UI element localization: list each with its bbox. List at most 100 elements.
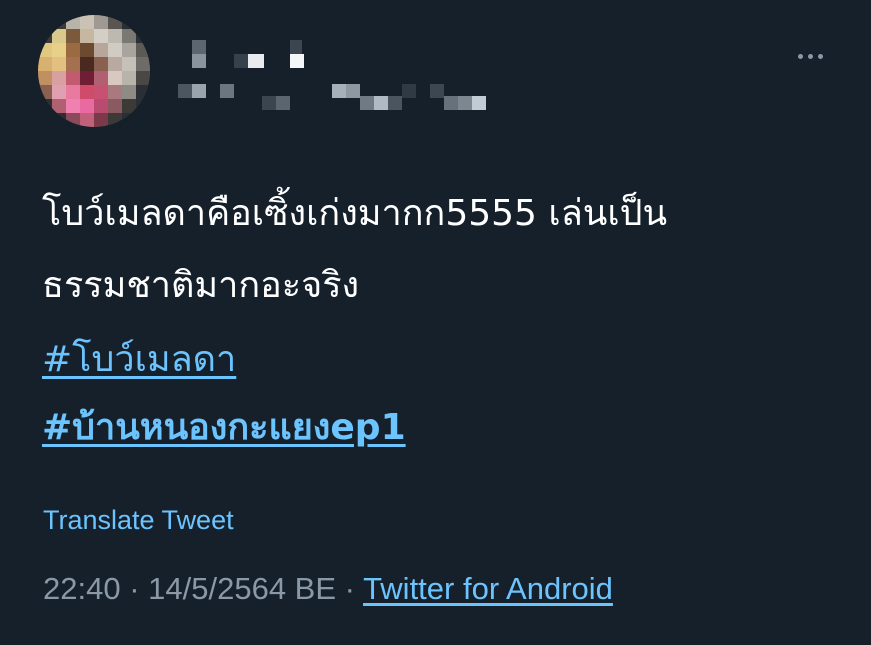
author-pixel bbox=[346, 84, 360, 98]
avatar-pixel bbox=[108, 99, 122, 113]
avatar-pixel bbox=[80, 57, 94, 71]
avatar-pixel bbox=[94, 85, 108, 99]
author-pixel bbox=[234, 54, 248, 68]
author-pixel bbox=[192, 40, 206, 54]
avatar-pixel bbox=[52, 85, 66, 99]
avatar-pixel bbox=[66, 71, 80, 85]
avatar-pixel bbox=[80, 99, 94, 113]
avatar-pixel bbox=[122, 113, 136, 127]
avatar-pixel bbox=[38, 15, 52, 29]
tweet-metadata: 22:40 · 14/5/2564 BE · Twitter for Andro… bbox=[43, 571, 613, 607]
author-info-pixelated[interactable] bbox=[178, 40, 508, 120]
more-horizontal-icon bbox=[797, 53, 803, 59]
avatar-pixel bbox=[66, 99, 80, 113]
tweet-source-link[interactable]: Twitter for Android bbox=[363, 571, 613, 606]
tweet-text: โบว์เมลดาคือเซิ้งเก่งมากก5555 เล่นเป็น ธ… bbox=[42, 193, 668, 306]
tweet: โบว์เมลดาคือเซิ้งเก่งมากก5555 เล่นเป็น ธ… bbox=[0, 0, 871, 645]
avatar-pixel bbox=[52, 71, 66, 85]
avatar[interactable] bbox=[38, 15, 150, 127]
avatar-pixel bbox=[80, 43, 94, 57]
avatar-pixel bbox=[94, 71, 108, 85]
avatar-pixel bbox=[66, 43, 80, 57]
avatar-pixel bbox=[122, 29, 136, 43]
avatar-pixel bbox=[136, 43, 150, 57]
avatar-pixel bbox=[136, 85, 150, 99]
tweet-date: 14/5/2564 BE bbox=[148, 571, 337, 606]
author-pixel bbox=[430, 84, 444, 98]
avatar-pixel bbox=[52, 43, 66, 57]
avatar-pixel bbox=[80, 85, 94, 99]
avatar-pixel bbox=[80, 71, 94, 85]
avatar-pixel bbox=[136, 99, 150, 113]
avatar-pixel bbox=[38, 57, 52, 71]
avatar-pixel bbox=[108, 29, 122, 43]
avatar-pixel bbox=[108, 85, 122, 99]
avatar-pixel bbox=[108, 57, 122, 71]
hashtag-link[interactable]: #โบว์เมลดา bbox=[42, 330, 236, 387]
avatar-pixel bbox=[80, 15, 94, 29]
avatar-pixel bbox=[52, 15, 66, 29]
more-horizontal-icon bbox=[807, 53, 813, 59]
avatar-pixel bbox=[52, 29, 66, 43]
avatar-pixel bbox=[136, 57, 150, 71]
author-pixel bbox=[444, 96, 458, 110]
avatar-pixel bbox=[122, 99, 136, 113]
avatar-pixel bbox=[122, 71, 136, 85]
avatar-pixel bbox=[94, 29, 108, 43]
author-pixel bbox=[248, 54, 264, 68]
avatar-pixel bbox=[136, 15, 150, 29]
author-pixel bbox=[360, 96, 374, 110]
avatar-pixel bbox=[66, 29, 80, 43]
avatar-pixel bbox=[66, 57, 80, 71]
hashtag-link[interactable]: #บ้านหนองกะแยงep1 bbox=[42, 398, 406, 455]
author-pixel bbox=[220, 84, 234, 98]
avatar-pixel bbox=[136, 113, 150, 127]
author-pixel bbox=[374, 96, 388, 110]
avatar-pixel bbox=[80, 29, 94, 43]
avatar-pixel bbox=[108, 113, 122, 127]
avatar-pixel bbox=[66, 85, 80, 99]
avatar-pixel bbox=[94, 57, 108, 71]
avatar-pixel bbox=[38, 99, 52, 113]
author-pixel bbox=[276, 96, 290, 110]
avatar-pixel bbox=[80, 113, 94, 127]
avatar-pixel bbox=[52, 99, 66, 113]
avatar-pixel bbox=[38, 113, 52, 127]
tweet-time: 22:40 bbox=[43, 571, 121, 606]
avatar-pixel bbox=[122, 15, 136, 29]
translate-tweet-link[interactable]: Translate Tweet bbox=[43, 505, 234, 536]
avatar-pixel bbox=[94, 113, 108, 127]
avatar-pixel bbox=[122, 85, 136, 99]
avatar-pixel bbox=[94, 15, 108, 29]
avatar-pixel bbox=[136, 71, 150, 85]
avatar-pixel bbox=[38, 43, 52, 57]
author-pixel bbox=[290, 40, 302, 54]
author-pixel bbox=[472, 96, 486, 110]
avatar-pixel bbox=[122, 57, 136, 71]
avatar-pixel bbox=[122, 43, 136, 57]
avatar-pixel bbox=[38, 71, 52, 85]
separator: · bbox=[129, 571, 140, 606]
avatar-pixel bbox=[108, 43, 122, 57]
avatar-pixel bbox=[66, 15, 80, 29]
author-pixel bbox=[402, 84, 416, 98]
more-horizontal-icon bbox=[817, 53, 823, 59]
author-pixel bbox=[290, 54, 304, 68]
author-pixel bbox=[262, 96, 276, 110]
author-pixel bbox=[332, 84, 346, 98]
author-pixel bbox=[192, 54, 206, 68]
author-pixel bbox=[458, 96, 472, 110]
avatar-pixel bbox=[94, 99, 108, 113]
author-pixel bbox=[388, 96, 402, 110]
avatar-pixel bbox=[94, 43, 108, 57]
avatar-pixel bbox=[38, 85, 52, 99]
avatar-pixel bbox=[108, 71, 122, 85]
author-pixel bbox=[192, 84, 206, 98]
author-pixel bbox=[178, 84, 192, 98]
avatar-pixel bbox=[136, 29, 150, 43]
separator: · bbox=[344, 571, 355, 606]
avatar-pixel bbox=[38, 29, 52, 43]
avatar-pixel bbox=[52, 57, 66, 71]
avatar-pixel bbox=[66, 113, 80, 127]
more-options-button[interactable] bbox=[788, 42, 832, 70]
